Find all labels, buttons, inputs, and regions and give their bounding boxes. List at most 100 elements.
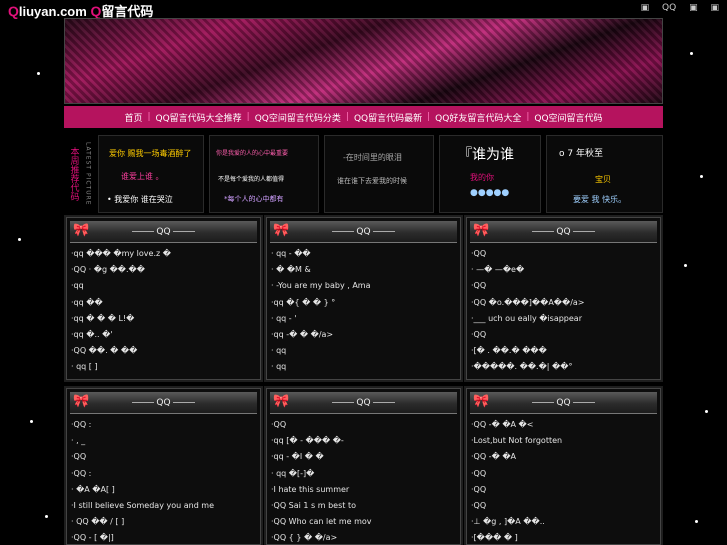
list-item[interactable]: ·qq � � � L!� [71, 311, 256, 327]
list-item[interactable]: ·qq - �I � � [271, 449, 456, 465]
list-item[interactable]: ·qq �{ � � } ° [271, 295, 456, 311]
list-item[interactable]: ·QQ [471, 482, 656, 498]
panel-title[interactable]: QQ [270, 227, 457, 237]
list-item[interactable]: ·[� . ��.� ��� [471, 343, 656, 359]
list-item[interactable]: · qq - ' [271, 311, 456, 327]
featured-item[interactable]: -在时间里的眼泪 谁在谁下去爱我的时候 [324, 135, 434, 213]
logo-domain: liuyan.com [18, 4, 87, 19]
list-item[interactable]: ·QQ �o.���]��A��/a> [471, 295, 656, 311]
list-item[interactable]: ·QQ -� �A [471, 449, 656, 465]
star [705, 410, 708, 413]
featured-line: 不是每个爱我的人都值得 [218, 176, 285, 183]
panel-title[interactable]: QQ [470, 227, 657, 237]
nav-item-home[interactable]: 首页 [119, 111, 147, 124]
list-item[interactable]: ·QQ [71, 449, 256, 465]
panel-header: 🎀 QQ [70, 392, 257, 414]
top-link[interactable]: ▣ [710, 3, 719, 13]
logo-tail: 留言代码 [101, 4, 154, 19]
list-item[interactable]: ·QQ : [71, 417, 256, 433]
panel-title[interactable]: QQ [70, 398, 257, 408]
star [30, 420, 33, 423]
top-link[interactable]: ▣ [641, 3, 650, 13]
list-item[interactable]: ·Lost,but Not forgotten [471, 433, 656, 449]
featured-item[interactable]: 爱你 赐我一场毒酒醉了 谁爱上谁 。 • 我爱你 谁在哭泣 [98, 135, 204, 213]
star [18, 238, 21, 241]
featured-line: 我的你 [470, 173, 494, 182]
list-item[interactable]: ·�����. ��.�| ��° [471, 359, 656, 375]
featured-line: -在时间里的眼泪 [343, 153, 402, 162]
list-item[interactable]: ·QQ [471, 327, 656, 343]
list-item[interactable]: ·QQ { } � �/a> [271, 530, 456, 545]
featured-sublabel: LATEST PICTURE [84, 142, 92, 206]
list-item[interactable]: · -You are my baby , Ama [271, 278, 456, 294]
featured-item[interactable]: 你是我爱的人的心中最重要 不是每个爱我的人都值得 *每个人的心中都有 [209, 135, 319, 213]
list-item[interactable]: ·QQ [471, 498, 656, 514]
code-panel: 🎀 QQ ·qq ��� �my love.z � ·QQ · �g ��.��… [64, 215, 263, 382]
top-link[interactable]: QQ [662, 3, 676, 13]
panel-header: 🎀 QQ [470, 392, 657, 414]
list-item[interactable]: · qq - �� [271, 246, 456, 262]
list-item[interactable]: ·qq �.. �' [71, 327, 256, 343]
list-item[interactable]: ·QQ [471, 278, 656, 294]
panel-title[interactable]: QQ [470, 398, 657, 408]
featured-line: 『谁为谁 [458, 147, 514, 163]
code-panel: 🎀 QQ ·QQ ·qq [� - ��� �- ·qq - �I � � · … [264, 386, 463, 545]
star [690, 52, 693, 55]
featured-line: 谁在谁下去爱我的时候 [337, 177, 407, 185]
list-item[interactable]: · , _ [71, 433, 256, 449]
top-link[interactable]: ▣ [689, 3, 698, 13]
list-item[interactable]: · qq [271, 343, 456, 359]
list-item[interactable]: ·qq ��� �my love.z � [71, 246, 256, 262]
panel-header: 🎀 QQ [70, 221, 257, 243]
list-item[interactable]: ·I hate this summer [271, 482, 456, 498]
featured-line: o 7 年秋至 [559, 149, 603, 159]
panel-title[interactable]: QQ [270, 398, 457, 408]
nav-item[interactable]: QQ空间留言代码 [529, 111, 607, 124]
list-item[interactable]: ·I still believe Someday you and me [71, 498, 256, 514]
code-panel: 🎀 QQ · qq - �� · � �M & · -You are my ba… [264, 215, 463, 382]
list-item[interactable]: · �A �A[ ] [71, 482, 256, 498]
panel-title[interactable]: QQ [70, 227, 257, 237]
list-item[interactable]: · QQ �� / [ ] [71, 514, 256, 530]
list-item[interactable]: ·QQ Who can let me mov [271, 514, 456, 530]
featured-label: 本周推荐代码 [68, 147, 79, 201]
list-item[interactable]: ·qq -� � �/a> [271, 327, 456, 343]
list-item[interactable]: ·qq [� - ��� �- [271, 433, 456, 449]
top-bar: Qliuyan.com Q留言代码 ▣ QQ ▣ ▣ [0, 0, 727, 19]
list-item[interactable]: ·QQ [471, 466, 656, 482]
list-item[interactable]: · qq [271, 359, 456, 375]
list-item[interactable]: · qq [ ] [71, 359, 256, 375]
featured-line: 谁爱上谁 。 [121, 172, 164, 181]
list-item[interactable]: ·QQ ��. � �� [71, 343, 256, 359]
list-item[interactable]: ·QQ · �g ��.�� [71, 262, 256, 278]
list-item[interactable]: ·___ uch ou eally �isappear [471, 311, 656, 327]
list-item[interactable]: ·QQ [471, 246, 656, 262]
featured-line: 宝贝 [595, 175, 611, 184]
nav-item[interactable]: QQ空间留言代码分类 [250, 111, 346, 124]
featured-item[interactable]: 『谁为谁 我的你 ●●●●● [439, 135, 541, 213]
list-item[interactable]: ·qq [71, 278, 256, 294]
nav-item[interactable]: QQ留言代码最新 [349, 111, 427, 124]
list-item[interactable]: ·QQ : [71, 466, 256, 482]
code-panel: 🎀 QQ ·QQ : · , _ ·QQ ·QQ : · �A �A[ ] ·I… [64, 386, 263, 545]
panel-header: 🎀 QQ [270, 221, 457, 243]
list-item[interactable]: · � �M & [271, 262, 456, 278]
featured-line: • 我爱你 谁在哭泣 [107, 195, 173, 204]
list-item[interactable]: ·QQ Sai 1 s m best to [271, 498, 456, 514]
star [700, 175, 703, 178]
panel-header: 🎀 QQ [470, 221, 657, 243]
list-item[interactable]: ·QQ -� �A �< [471, 417, 656, 433]
list-item[interactable]: ·QQ - [ �|] [71, 530, 256, 545]
list-item[interactable]: ·⊥ �g , ]�A ��.. [471, 514, 656, 530]
nav-item[interactable]: QQ好友留言代码大全 [430, 111, 526, 124]
list-item[interactable]: · qq �[-]� [271, 466, 456, 482]
featured-line: 爱你 赐我一场毒酒醉了 [109, 149, 192, 158]
list-item[interactable]: ·qq �� [71, 295, 256, 311]
list-item[interactable]: · —� —�e� [471, 262, 656, 278]
nav-item[interactable]: QQ留言代码大全推荐 [151, 111, 247, 124]
star [37, 72, 40, 75]
logo-q: Q [8, 3, 19, 19]
featured-item[interactable]: o 7 年秋至 宝贝 要爱 我 快乐。 [546, 135, 663, 213]
list-item[interactable]: ·QQ [271, 417, 456, 433]
list-item[interactable]: ·[��� � ] [471, 530, 656, 545]
